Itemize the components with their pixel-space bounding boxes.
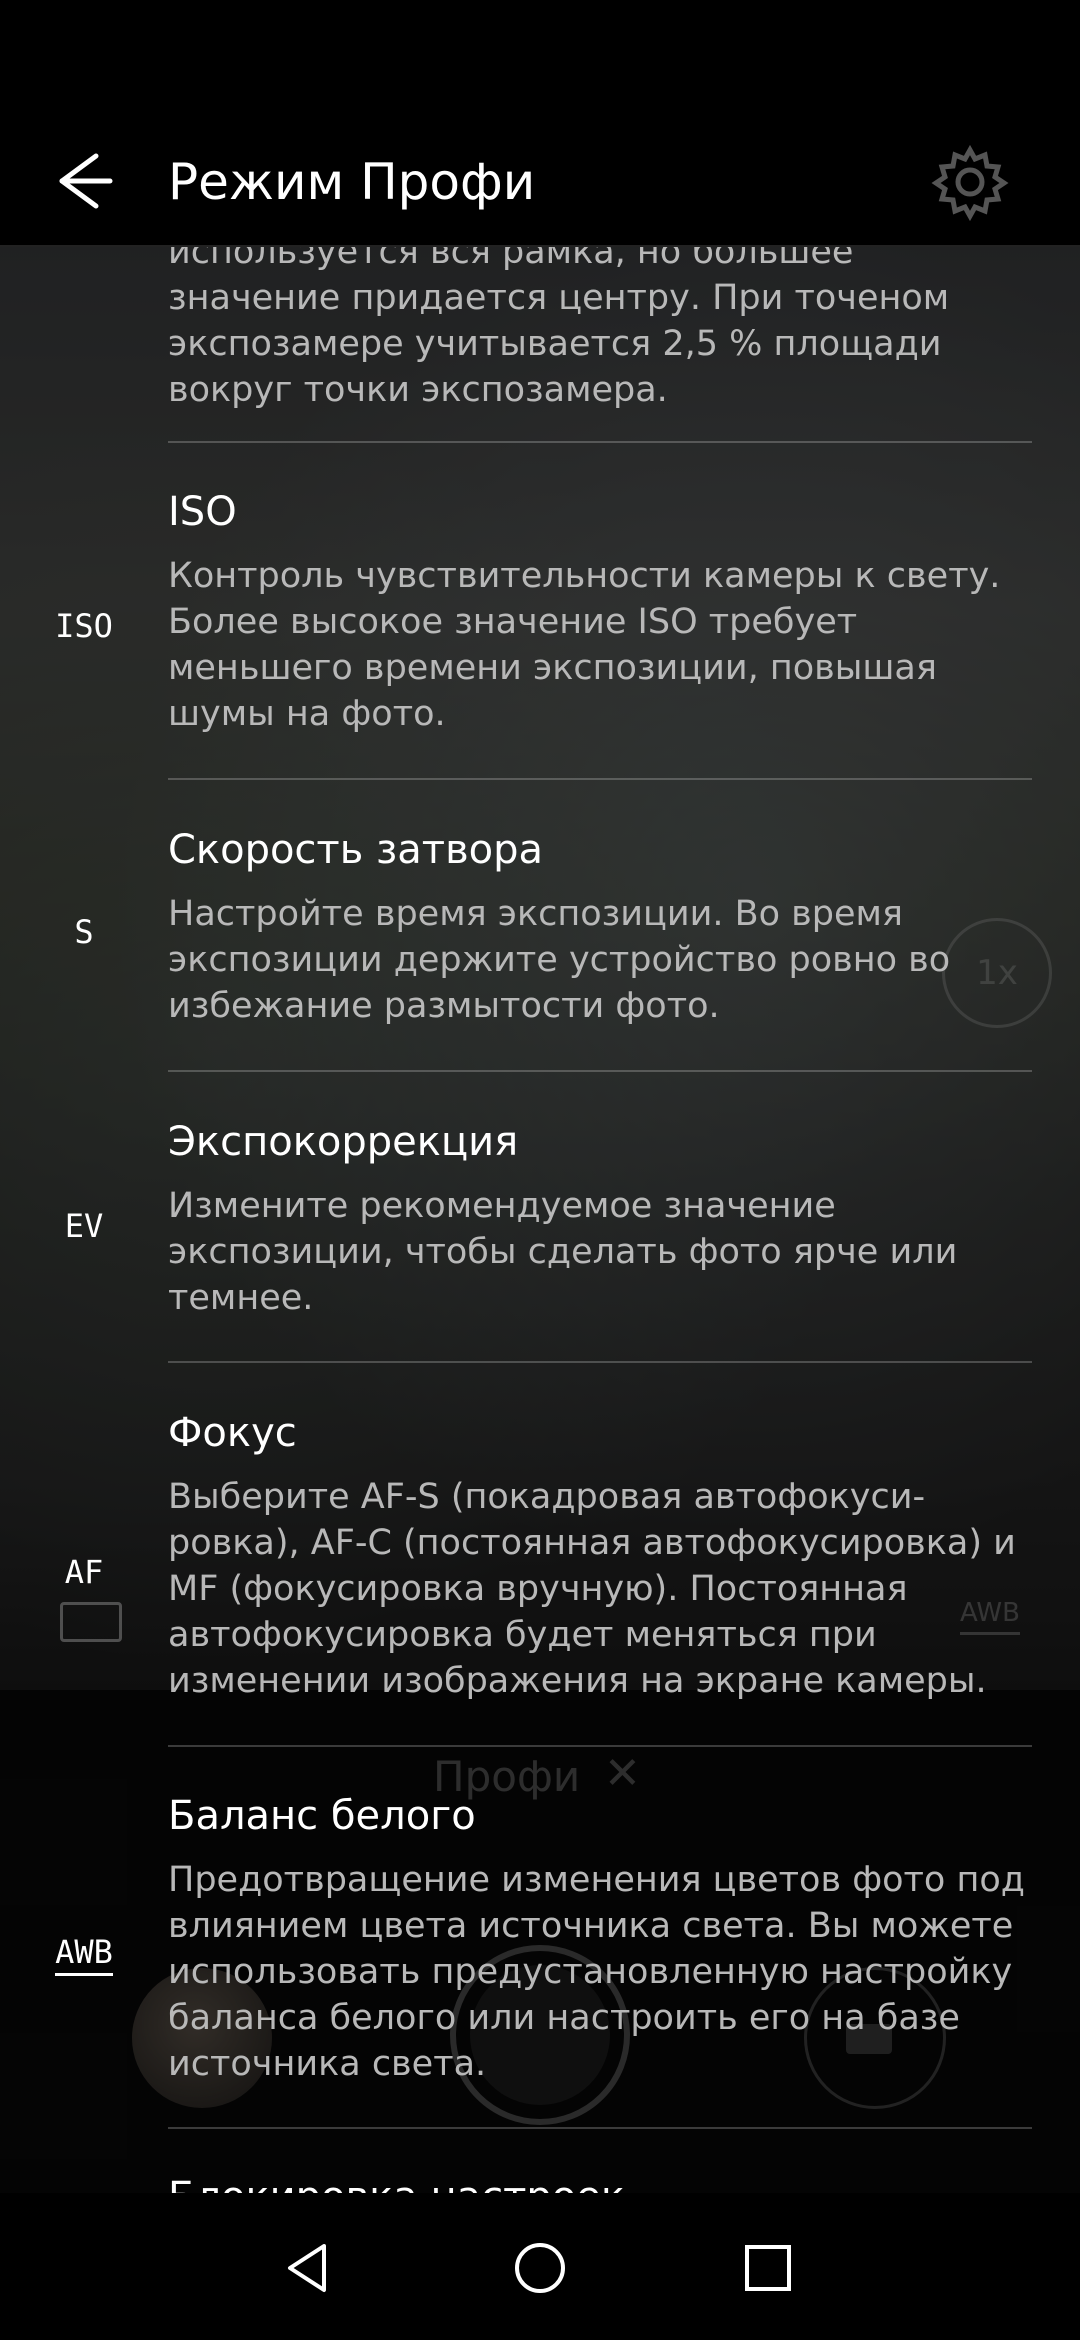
circle-home-icon bbox=[515, 2243, 565, 2293]
awb-mode-icon: AWB bbox=[34, 1933, 134, 1976]
list-item-shutter-speed: Скорость затвора Настройте время экспози… bbox=[168, 823, 1032, 1029]
settings-button[interactable] bbox=[928, 140, 1012, 224]
page-title: Режим Профи bbox=[168, 153, 536, 211]
awb-label: AWB bbox=[55, 1933, 113, 1976]
item-title: Блокировка настроек bbox=[168, 2170, 1032, 2193]
list-item-exposure-compensation: Экспокоррекция Измените рекомендуемое зн… bbox=[168, 1115, 1032, 1321]
list-item-white-balance: Баланс белого Предотвращение изменения ц… bbox=[168, 1789, 1032, 2087]
list-item-settings-lock: Блокировка настроек bbox=[168, 2170, 1032, 2193]
ev-mode-icon: EV bbox=[64, 1207, 104, 1245]
system-nav-bar bbox=[0, 2193, 1080, 2340]
nav-recents-button[interactable] bbox=[718, 2223, 818, 2313]
item-title: Баланс белого bbox=[168, 1793, 476, 1839]
back-button[interactable] bbox=[40, 140, 130, 222]
divider bbox=[168, 1361, 1032, 1363]
item-description: Контроль чувствительности камеры к свету… bbox=[168, 556, 1001, 734]
shutter-mode-icon: S bbox=[74, 913, 94, 951]
nav-back-button[interactable] bbox=[258, 2223, 358, 2313]
af-mode-icon: AF bbox=[64, 1553, 104, 1591]
item-title: ISO bbox=[168, 489, 237, 535]
iso-mode-icon: ISO bbox=[55, 607, 113, 645]
square-recents-icon bbox=[745, 2245, 791, 2291]
divider bbox=[168, 1745, 1032, 1747]
item-title: Скорость затвора bbox=[168, 827, 544, 873]
divider bbox=[168, 778, 1032, 780]
list-item-focus: Фокус Выберите AF-S (покадровая автофоку… bbox=[168, 1406, 1032, 1704]
gear-icon bbox=[931, 144, 1009, 222]
divider bbox=[168, 2127, 1032, 2129]
list-item-metering: используется вся рамка, но большее значе… bbox=[168, 245, 1032, 413]
divider bbox=[168, 441, 1032, 443]
divider bbox=[168, 1070, 1032, 1072]
item-title: Экспокоррекция bbox=[168, 1119, 519, 1165]
item-title: Фокус bbox=[168, 1410, 297, 1456]
item-description: Измените рекомендуемое значение экспозиц… bbox=[168, 1186, 958, 1318]
item-description: Настройте время экспозиции. Во время экс… bbox=[168, 894, 951, 1026]
item-description: Предотвращение изменения цветов фото под… bbox=[168, 1860, 1025, 2084]
item-description: Выберите AF-S (покадровая автофокуси-ров… bbox=[168, 1477, 1016, 1701]
arrow-left-icon bbox=[59, 153, 113, 209]
list-item-iso: ISO Контроль чувствительности камеры к с… bbox=[168, 485, 1032, 737]
app-bar: Режим Профи bbox=[0, 0, 1080, 247]
help-list[interactable]: используется вся рамка, но большее значе… bbox=[0, 245, 1080, 2193]
item-description: используется вся рамка, но большее значе… bbox=[168, 245, 950, 410]
nav-home-button[interactable] bbox=[490, 2223, 590, 2313]
triangle-back-icon bbox=[288, 2244, 326, 2292]
